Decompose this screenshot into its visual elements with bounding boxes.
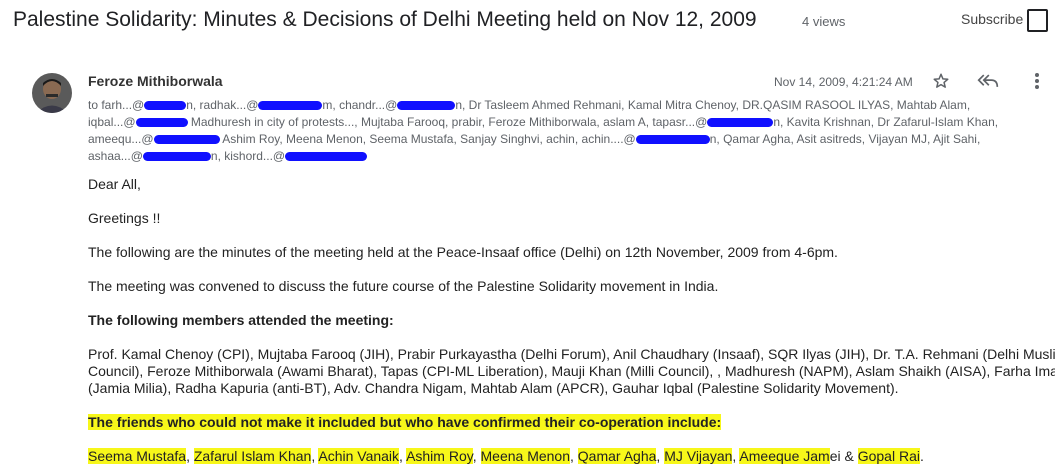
- recipient-line: to farh...@ n, radhak...@ m, chandr...@ n, …: [88, 97, 1038, 114]
- more-vert-icon[interactable]: [1026, 70, 1048, 92]
- star-icon[interactable]: [930, 70, 952, 92]
- friend-name: Qamar Agha: [577, 448, 657, 464]
- avatar[interactable]: [32, 73, 72, 113]
- greeting: Dear All,: [88, 176, 141, 192]
- recipient-line: ameequ...@ Ashim Roy, Meena Menon, Seema…: [88, 131, 1038, 148]
- recipient-text: ameequ...@: [88, 132, 154, 146]
- members-heading: The following members attended the meeti…: [88, 312, 394, 328]
- recipient-text: ashaa...@: [88, 149, 143, 163]
- paragraph-purpose: The meeting was convened to discuss the …: [88, 278, 719, 294]
- recipient-text: iqbal...@: [88, 115, 136, 129]
- recipient-text: Madhuresh in city of protests..., Mujtab…: [190, 115, 708, 129]
- members-line: (Jamia Milia), Radha Kapuria (anti-BT), …: [88, 380, 899, 396]
- recipient-text: n, Dr Tasleem Ahmed Rehmani, Kamal Mitra…: [455, 98, 971, 112]
- topic-header: Palestine Solidarity: Minutes & Decision…: [0, 0, 1055, 44]
- recipient-line: iqbal...@ Madhuresh in city of protests.…: [88, 114, 1038, 131]
- members-line: Council), Feroze Mithiborwala (Awami Bha…: [88, 363, 1055, 379]
- recipient-text: Ashim Roy, Meena Menon, Seema Mustafa, S…: [222, 132, 636, 146]
- redaction-mark: [142, 152, 211, 162]
- topic-title: Palestine Solidarity: Minutes & Decision…: [13, 8, 757, 31]
- recipient-text: n, radhak...@: [186, 98, 259, 112]
- paragraph-minutes: The following are the minutes of the mee…: [88, 244, 838, 260]
- recipient-text: n, Kavita Krishnan, Dr Zafarul-Islam Kha…: [773, 115, 999, 129]
- redaction-mark: [153, 135, 220, 145]
- friend-name: Achin Vanaik: [318, 448, 400, 464]
- greetings-line: Greetings !!: [88, 210, 161, 226]
- reply-all-icon[interactable]: [977, 70, 999, 92]
- friend-name: Ashim Roy: [406, 448, 473, 464]
- friend-text: ei &: [829, 448, 858, 464]
- friends-list: Seema Mustafa, Zafarul Islam Khan, Achin…: [88, 448, 924, 464]
- redaction-mark: [135, 118, 188, 128]
- redaction-mark: [707, 118, 774, 128]
- post-date: Nov 14, 2009, 4:21:24 AM: [774, 75, 913, 89]
- friend-text: .: [919, 448, 924, 464]
- view-count: 4 views: [802, 14, 846, 29]
- friends-heading: The friends who could not make it includ…: [88, 414, 1048, 431]
- recipient-text: n, kishord...@: [210, 149, 286, 163]
- redaction-mark: [635, 135, 710, 145]
- recipient-text: n, Qamar Agha, Asit asitreds, Vijayan MJ…: [709, 132, 981, 146]
- subscribe-checkbox[interactable]: [1027, 9, 1048, 32]
- author-name[interactable]: Feroze Mithiborwala: [88, 73, 223, 89]
- friend-name: Seema Mustafa: [88, 448, 187, 464]
- redaction-mark: [397, 101, 456, 111]
- subscribe-label: Subscribe: [961, 11, 1024, 27]
- friend-name: Gopal Rai: [857, 448, 920, 464]
- friend-name: MJ Vijayan: [664, 448, 733, 464]
- recipient-line: ashaa...@ n, kishord...@: [88, 148, 1038, 165]
- friend-name: Meena Menon: [480, 448, 571, 464]
- friend-name: Ameeque Jam: [739, 448, 830, 464]
- recipient-text: to farh...@: [88, 98, 145, 112]
- highlighted-text: The friends who could not make it includ…: [88, 414, 722, 430]
- redaction-mark: [144, 101, 187, 111]
- redaction-mark: [258, 101, 323, 111]
- friend-name: Zafarul Islam Khan: [193, 448, 312, 464]
- recipient-list[interactable]: to farh...@ n, radhak...@ m, chandr...@ n, …: [88, 97, 1038, 165]
- redaction-mark: [285, 152, 368, 162]
- recipient-text: m, chandr...@: [322, 98, 398, 112]
- members-line: Prof. Kamal Chenoy (CPI), Mujtaba Farooq…: [88, 346, 1055, 362]
